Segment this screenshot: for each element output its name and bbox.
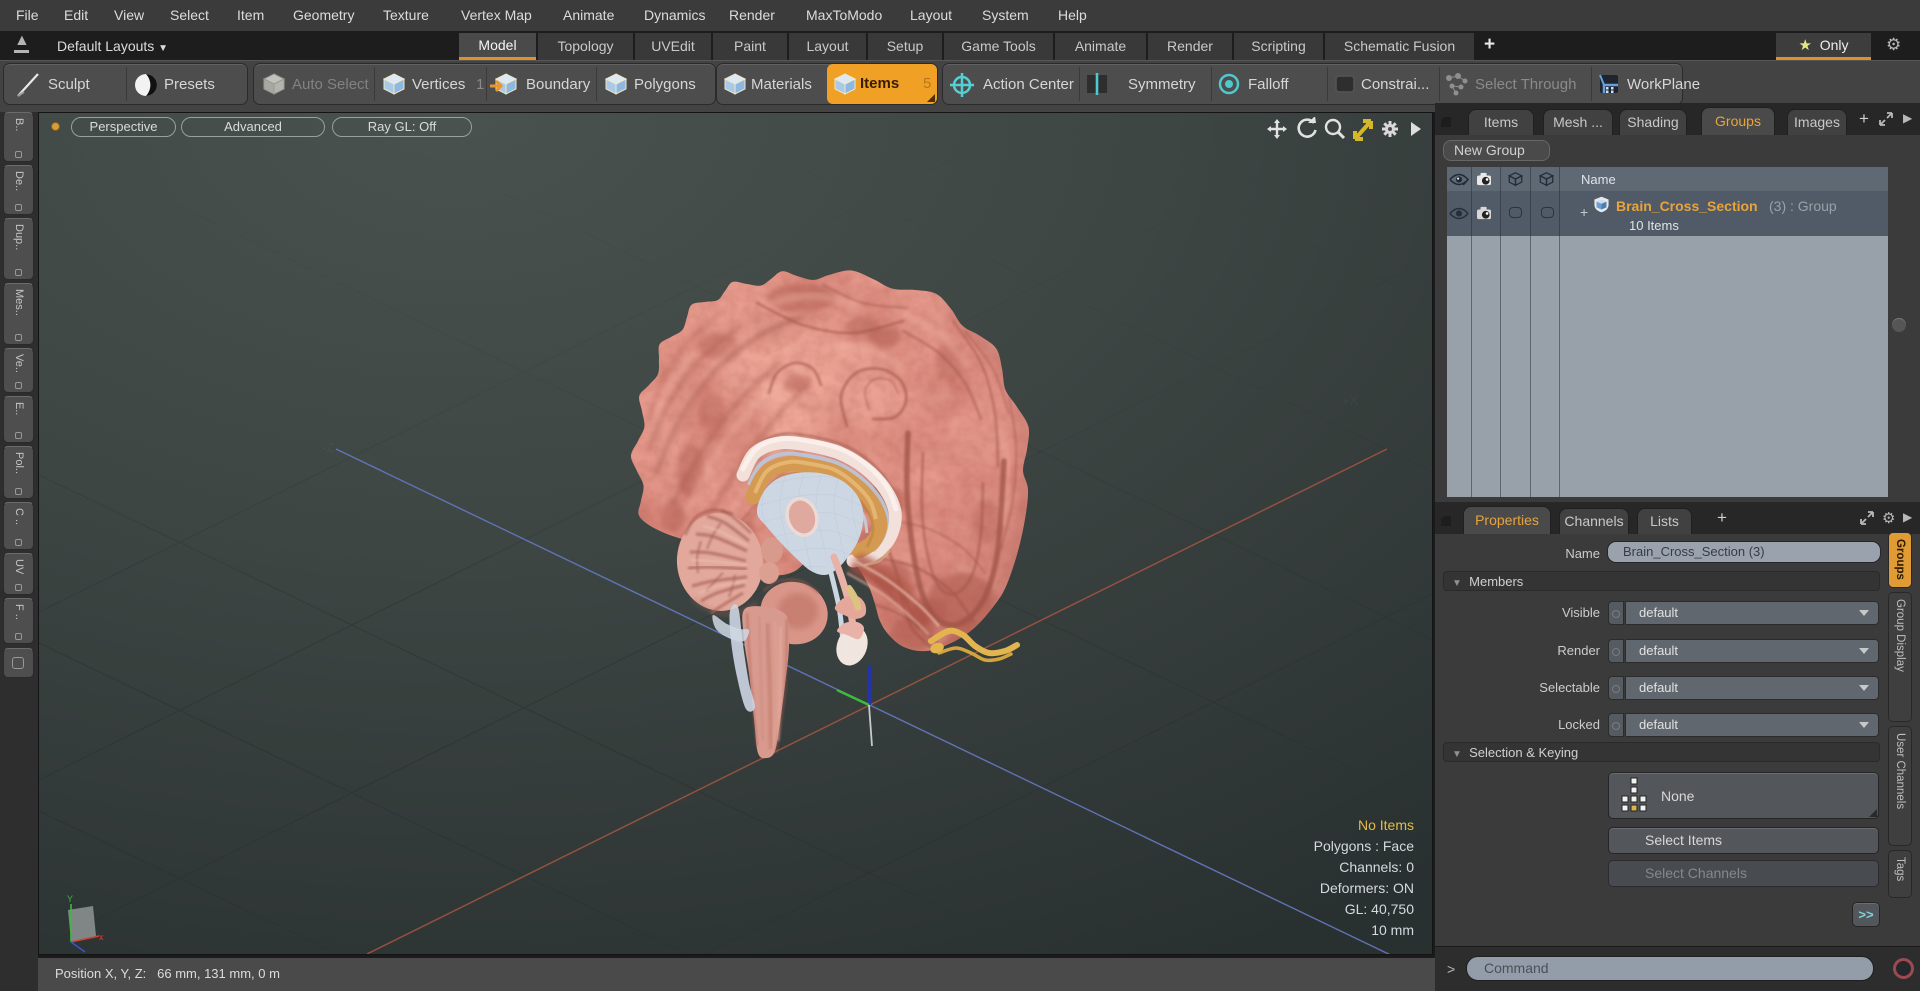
svg-text:Y: Y (67, 894, 73, 904)
svg-text:-Z: -Z (322, 440, 334, 455)
svg-text:+X: +X (1342, 393, 1359, 408)
svg-text:x: x (99, 932, 104, 942)
